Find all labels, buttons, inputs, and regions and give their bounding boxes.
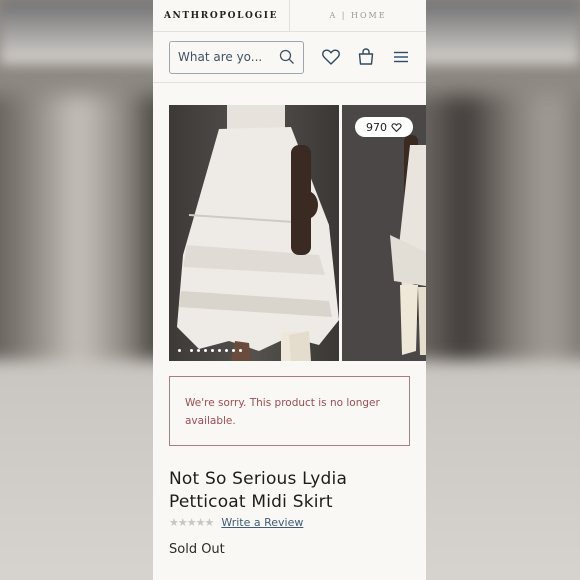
header-bar: What are yo... (153, 32, 426, 82)
rating-stars: ★★★★★ (169, 516, 214, 529)
model-photo-image (342, 105, 426, 361)
shopping-bag-icon[interactable] (356, 47, 376, 67)
header-divider (153, 82, 426, 83)
product-unavailable-alert: We're sorry. This product is no longer a… (169, 376, 410, 446)
carousel-dot[interactable] (218, 349, 221, 352)
carousel-dot[interactable] (204, 349, 207, 352)
stock-status: Sold Out (169, 542, 225, 557)
tab-anthropologie[interactable]: ANTHROPOLOGIE (153, 0, 290, 31)
carousel-dot[interactable] (197, 349, 200, 352)
carousel-dot[interactable] (239, 349, 242, 352)
product-title: Not So Serious Lydia Petticoat Midi Skir… (169, 469, 348, 512)
carousel-dot[interactable] (190, 349, 193, 352)
carousel-dot[interactable] (232, 349, 235, 352)
carousel-dot-active[interactable] (178, 349, 181, 352)
product-rating: ★★★★★ Write a Review (169, 516, 303, 529)
favorite-count: 970 (366, 120, 387, 134)
carousel-dots (178, 349, 242, 352)
search-placeholder: What are yo... (178, 50, 263, 64)
tab-home[interactable]: A | HOME (290, 0, 426, 31)
product-photo-side[interactable]: 970 (342, 105, 426, 361)
alert-message: We're sorry. This product is no longer a… (185, 397, 380, 427)
product-photo-front[interactable] (169, 105, 339, 361)
search-input[interactable]: What are yo... (169, 40, 304, 74)
hamburger-menu-icon[interactable] (391, 47, 411, 67)
carousel-dot[interactable] (225, 349, 228, 352)
heart-icon (391, 122, 402, 132)
favorite-count-badge[interactable]: 970 (355, 117, 413, 137)
search-icon[interactable] (279, 49, 295, 65)
skirt-photo-image (169, 105, 339, 361)
heart-icon[interactable] (321, 47, 341, 67)
carousel-dot[interactable] (211, 349, 214, 352)
site-tabs: ANTHROPOLOGIE A | HOME (153, 0, 426, 32)
product-image-carousel[interactable]: 970 (169, 105, 426, 361)
write-review-link[interactable]: Write a Review (221, 516, 303, 529)
product-page: ANTHROPOLOGIE A | HOME What are yo... 97… (153, 0, 426, 580)
